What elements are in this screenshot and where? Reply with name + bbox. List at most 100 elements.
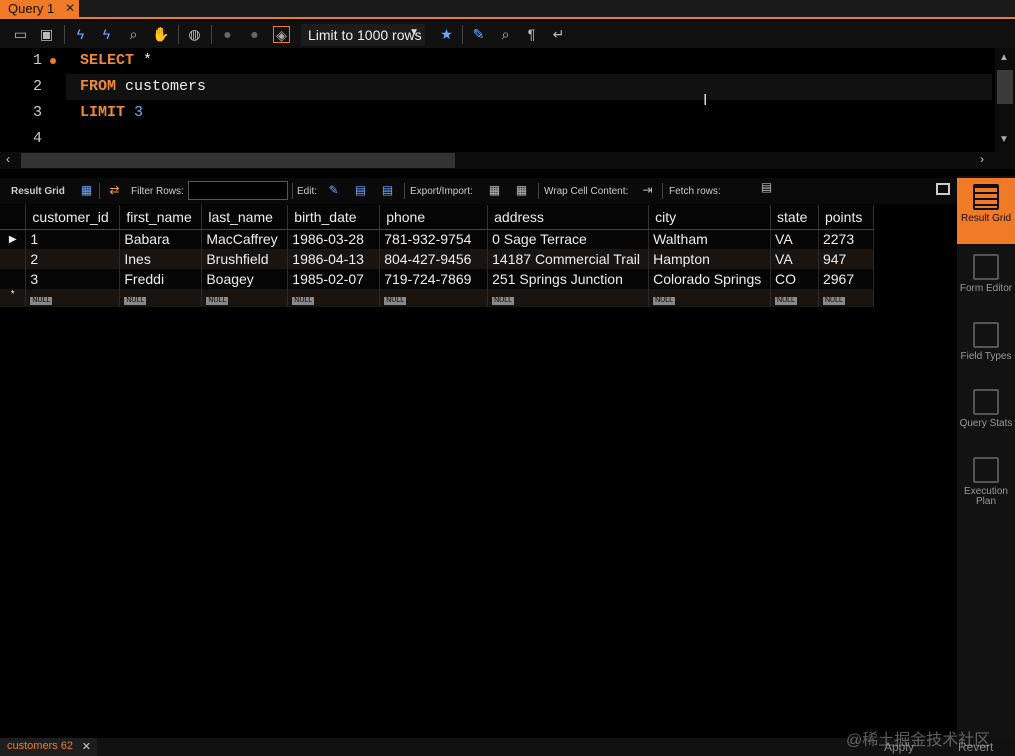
stop-icon[interactable]: ✋ xyxy=(152,26,169,43)
table-cell[interactable]: 2967 xyxy=(818,269,875,289)
null-cell[interactable]: NULL xyxy=(487,289,650,307)
result-toolbar: Result Grid ▦ ⇄ Filter Rows: Edit: ✎ ▤ ▤… xyxy=(0,178,957,204)
edit-row-icon[interactable]: ✎ xyxy=(325,183,342,198)
table-row[interactable]: 2 Ines Brushfield 1986-04-13 804-427-945… xyxy=(0,249,875,269)
filter-rows-label: Filter Rows: xyxy=(131,186,184,197)
null-cell[interactable]: NULL xyxy=(379,289,489,307)
column-header[interactable]: phone xyxy=(379,205,489,230)
column-header[interactable]: first_name xyxy=(119,205,203,230)
bookmark-icon[interactable]: ★ xyxy=(438,26,455,43)
export-icon[interactable]: ▦ xyxy=(486,183,503,198)
autocommit-icon[interactable]: ◈ xyxy=(273,26,290,43)
toggle-panel-icon[interactable] xyxy=(936,183,950,195)
table-cell[interactable]: 0 Sage Terrace xyxy=(487,229,650,249)
table-cell[interactable]: 804-427-9456 xyxy=(379,249,489,269)
null-cell[interactable]: NULL xyxy=(25,289,121,307)
table-row[interactable]: ▶ 1 Babara MacCaffrey 1986-03-28 781-932… xyxy=(0,229,875,249)
scrollbar-thumb[interactable] xyxy=(21,153,455,168)
column-header[interactable]: address xyxy=(487,205,650,230)
table-cell[interactable]: 2273 xyxy=(818,229,875,249)
column-header[interactable]: city xyxy=(648,205,772,230)
table-cell[interactable]: 251 Springs Junction xyxy=(487,269,650,289)
explain-icon[interactable]: ⌕ xyxy=(125,26,142,43)
table-cell[interactable]: Ines xyxy=(119,249,203,269)
table-cell[interactable]: 781-932-9754 xyxy=(379,229,489,249)
column-header[interactable]: last_name xyxy=(201,205,289,230)
table-cell[interactable]: 3 xyxy=(25,269,121,289)
scrollbar-thumb[interactable] xyxy=(997,70,1013,104)
scroll-right-icon[interactable]: › xyxy=(980,152,984,166)
fetch-rows-icon[interactable]: ▤ xyxy=(758,180,775,195)
side-tab-query-stats[interactable]: Query Stats xyxy=(957,383,1015,447)
null-cell[interactable]: NULL xyxy=(648,289,772,307)
table-cell[interactable]: 947 xyxy=(818,249,875,269)
null-cell[interactable]: NULL xyxy=(119,289,203,307)
scroll-up-icon[interactable]: ▲ xyxy=(999,52,1009,63)
side-tab-label: Field Types xyxy=(960,351,1012,362)
editor-vertical-scrollbar[interactable]: ▲ ▼ xyxy=(995,48,1015,152)
table-cell[interactable]: 14187 Commercial Trail xyxy=(487,249,650,269)
null-cell[interactable]: NULL xyxy=(287,289,381,307)
query-tab[interactable]: Query 1 ✕ xyxy=(0,0,79,19)
table-cell[interactable]: Boagey xyxy=(201,269,289,289)
close-tab-icon[interactable]: ✕ xyxy=(65,1,75,15)
null-badge: NULL xyxy=(775,297,797,305)
wrap-text-icon[interactable]: ⇥ xyxy=(639,183,656,198)
insert-row-icon[interactable]: ▤ xyxy=(352,183,369,198)
find-icon[interactable]: ⌕ xyxy=(497,26,514,43)
table-cell[interactable]: 719-724-7869 xyxy=(379,269,489,289)
table-row[interactable]: 3 Freddi Boagey 1985-02-07 719-724-7869 … xyxy=(0,269,875,289)
execute-current-icon[interactable]: ϟ xyxy=(98,26,115,43)
close-icon[interactable]: ✕ xyxy=(82,740,91,753)
side-tab-execution-plan[interactable]: Execution Plan xyxy=(957,451,1015,515)
null-cell[interactable]: NULL xyxy=(770,289,819,307)
save-icon[interactable]: ▣ xyxy=(38,26,55,43)
scroll-down-icon[interactable]: ▼ xyxy=(999,134,1009,145)
side-tab-result-grid[interactable]: Result Grid xyxy=(957,178,1015,244)
invisible-chars-icon[interactable]: ¶ xyxy=(523,26,540,43)
table-cell[interactable]: Brushfield xyxy=(201,249,289,269)
side-tab-form-editor[interactable]: Form Editor xyxy=(957,248,1015,312)
rollback-icon[interactable]: ● xyxy=(246,26,263,43)
table-cell[interactable]: CO xyxy=(770,269,819,289)
column-header[interactable]: birth_date xyxy=(287,205,381,230)
null-cell[interactable]: NULL xyxy=(201,289,289,307)
table-cell[interactable]: 1986-04-13 xyxy=(287,249,381,269)
table-cell[interactable]: 1986-03-28 xyxy=(287,229,381,249)
table-cell[interactable]: Freddi xyxy=(119,269,203,289)
code-line: FROM customers xyxy=(80,78,206,95)
commit-icon[interactable]: ● xyxy=(219,26,236,43)
open-folder-icon[interactable]: ▭ xyxy=(12,26,29,43)
grid-view-icon[interactable]: ▦ xyxy=(78,183,95,198)
table-cell[interactable]: 1985-02-07 xyxy=(287,269,381,289)
result-tab[interactable]: customers 62 ✕ xyxy=(0,738,97,756)
import-icon[interactable]: ▦ xyxy=(513,183,530,198)
column-header[interactable]: customer_id xyxy=(25,205,121,230)
scroll-left-icon[interactable]: ‹ xyxy=(6,152,10,166)
table-cell[interactable]: Babara xyxy=(119,229,203,249)
table-cell[interactable]: Waltham xyxy=(648,229,772,249)
table-cell[interactable]: VA xyxy=(770,249,819,269)
word-wrap-icon[interactable]: ↵ xyxy=(550,26,567,43)
table-cell[interactable]: 1 xyxy=(25,229,121,249)
limit-rows-select[interactable]: Limit to 1000 rows ▼ xyxy=(301,24,425,46)
column-header[interactable]: points xyxy=(818,205,875,230)
table-cell[interactable]: Hampton xyxy=(648,249,772,269)
column-header[interactable]: state xyxy=(770,205,819,230)
delete-row-icon[interactable]: ▤ xyxy=(379,183,396,198)
table-cell[interactable]: VA xyxy=(770,229,819,249)
toggle-output-icon[interactable]: ◍ xyxy=(186,26,203,43)
editor-horizontal-scrollbar[interactable]: ‹ › xyxy=(0,152,1015,169)
result-grid[interactable]: customer_id first_name last_name birth_d… xyxy=(0,205,875,307)
side-tab-field-types[interactable]: Field Types xyxy=(957,316,1015,380)
new-row[interactable]: * NULL NULL NULL NULL NULL NULL NULL NUL… xyxy=(0,289,875,307)
table-cell[interactable]: MacCaffrey xyxy=(201,229,289,249)
null-cell[interactable]: NULL xyxy=(818,289,875,307)
table-cell[interactable]: 2 xyxy=(25,249,121,269)
sql-editor[interactable]: 1 2 3 4 SELECT * FROM customers LIMIT 3 … xyxy=(0,48,1015,152)
filter-rows-input[interactable] xyxy=(188,181,288,200)
table-cell[interactable]: Colorado Springs xyxy=(648,269,772,289)
refresh-icon[interactable]: ⇄ xyxy=(106,183,123,198)
beautify-icon[interactable]: ✎ xyxy=(470,26,487,43)
execute-icon[interactable]: ϟ xyxy=(72,26,89,43)
